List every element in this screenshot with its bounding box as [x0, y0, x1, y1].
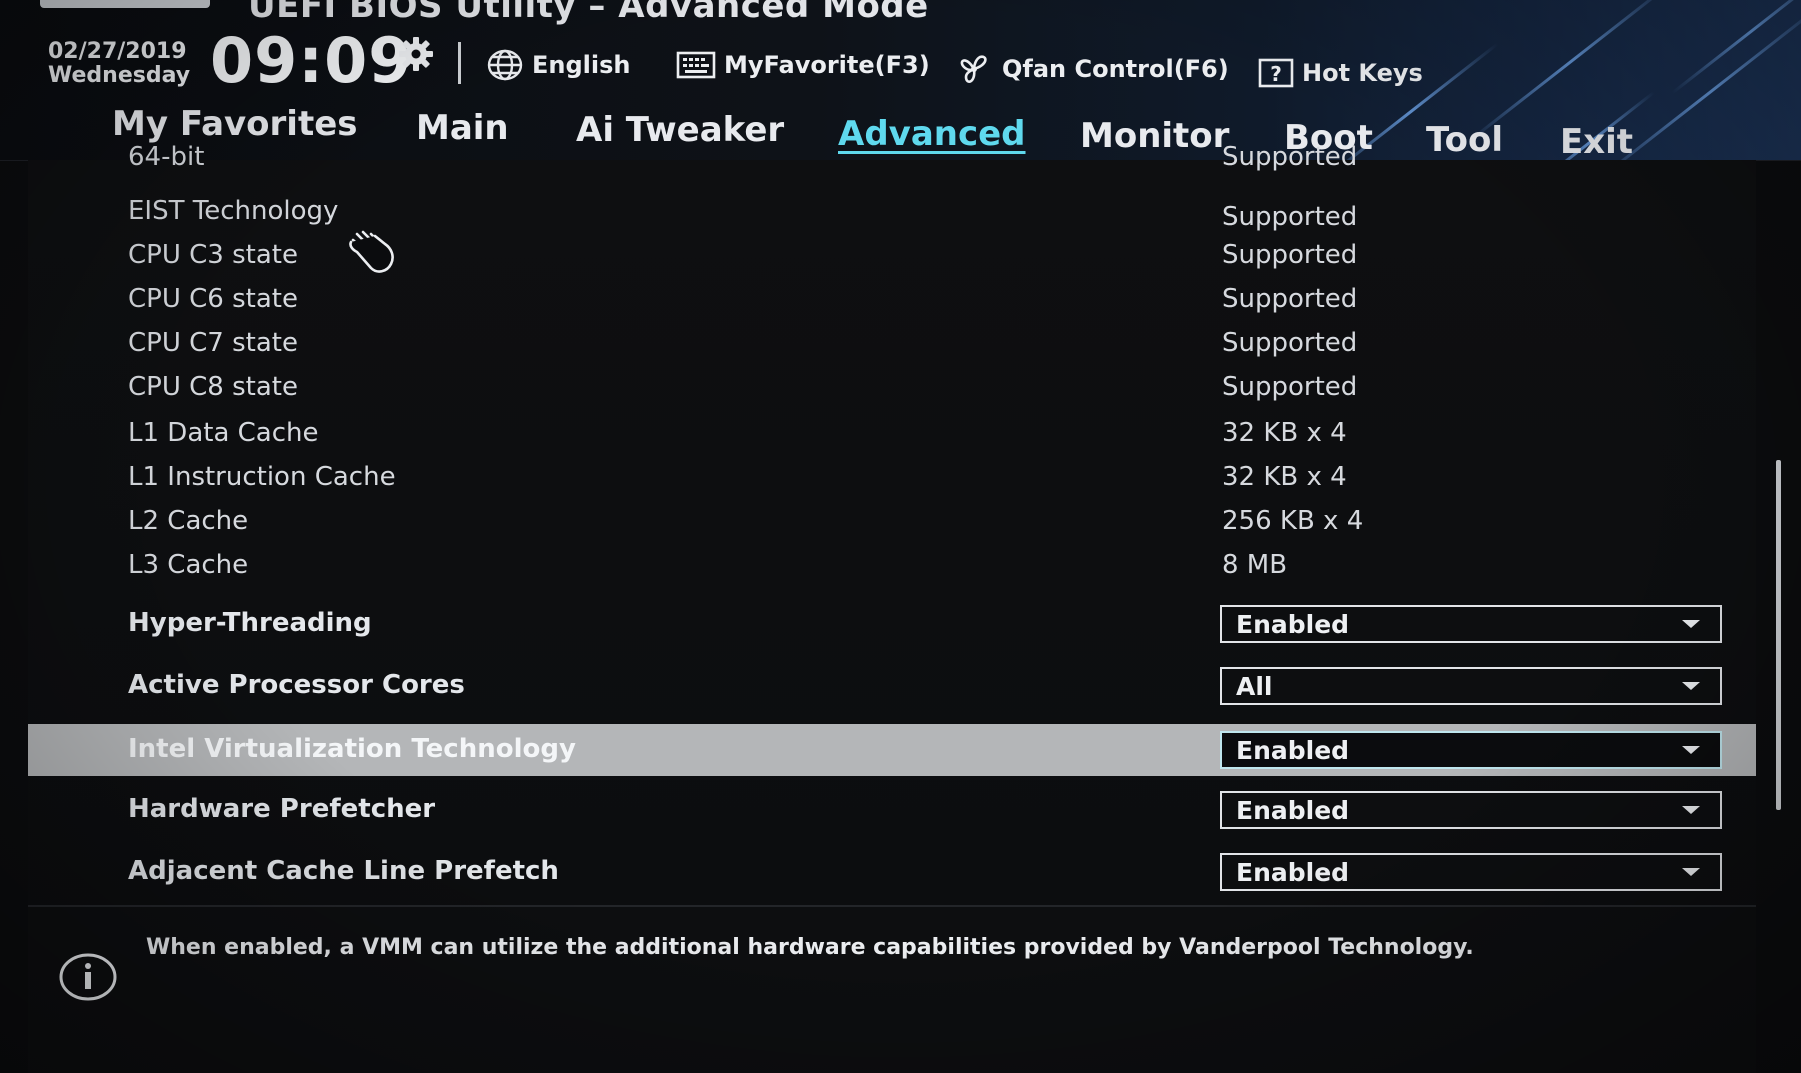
info-value: Supported	[1222, 142, 1358, 172]
tab-exit[interactable]: Exit	[1560, 122, 1633, 162]
qfan-control-button[interactable]: Qfan Control(F6)	[954, 52, 1229, 86]
hardware-prefetcher-dropdown[interactable]: Enabled	[1220, 791, 1722, 829]
dropdown-caret-icon	[1682, 620, 1700, 628]
info-label: L1 Instruction Cache	[128, 462, 396, 492]
tab-main[interactable]: Main	[416, 108, 509, 148]
info-value: 32 KB x 4	[1222, 418, 1347, 448]
info-label: L3 Cache	[128, 550, 249, 580]
info-label: CPU C3 state	[128, 240, 298, 270]
my-favorite-label: MyFavorite(F3)	[724, 51, 930, 79]
info-label: L1 Data Cache	[128, 418, 319, 448]
info-value: 256 KB x 4	[1222, 506, 1364, 536]
dropdown-value: Enabled	[1236, 735, 1350, 765]
active-processor-cores-dropdown[interactable]: All	[1220, 667, 1722, 705]
setting-label: Intel Virtualization Technology	[128, 734, 576, 764]
intel-virtualization-dropdown[interactable]: Enabled	[1220, 731, 1722, 769]
tab-ai-tweaker[interactable]: Ai Tweaker	[576, 110, 784, 150]
dropdown-value: Enabled	[1236, 857, 1350, 887]
tab-advanced[interactable]: Advanced	[838, 114, 1026, 154]
info-row-l1-instruction: L1 Instruction Cache 32 KB x 4	[28, 456, 1756, 500]
info-label: CPU C8 state	[128, 372, 298, 402]
dropdown-caret-icon	[1682, 746, 1700, 754]
header-bar: UEFI BIOS Utility – Advanced Mode 02/27/…	[0, 0, 1801, 162]
setting-label: Hyper-Threading	[128, 608, 372, 638]
help-description: When enabled, a VMM can utilize the addi…	[146, 935, 1474, 960]
help-icon: ?	[1258, 58, 1294, 88]
info-icon	[59, 953, 117, 1001]
setting-label: Active Processor Cores	[128, 670, 465, 700]
keyboard-icon	[676, 51, 716, 79]
dropdown-caret-icon	[1682, 868, 1700, 876]
dropdown-value: All	[1236, 671, 1273, 701]
info-label: EIST Technology	[128, 196, 339, 226]
tab-tool[interactable]: Tool	[1426, 120, 1503, 160]
info-label: CPU C7 state	[128, 328, 298, 358]
info-row-l2: L2 Cache 256 KB x 4	[28, 500, 1756, 544]
info-value: Supported	[1222, 202, 1358, 232]
info-value: Supported	[1222, 372, 1358, 402]
hot-keys-button[interactable]: ? Hot Keys	[1258, 56, 1423, 90]
settings-list: 64-bit Supported EIST Technology Support…	[28, 142, 1756, 905]
info-label: 64-bit	[128, 142, 205, 172]
setting-row-intel-virtualization[interactable]: Intel Virtualization Technology Enabled	[28, 724, 1756, 776]
info-value: 32 KB x 4	[1222, 462, 1347, 492]
dropdown-value: Enabled	[1236, 795, 1350, 825]
hand-pointer-icon	[349, 230, 394, 273]
setting-row-hyper-threading[interactable]: Hyper-Threading Enabled	[28, 602, 1756, 646]
info-value: Supported	[1222, 328, 1358, 358]
dropdown-caret-icon	[1682, 682, 1700, 690]
setting-row-adjacent-cache-line-prefetch[interactable]: Adjacent Cache Line Prefetch Enabled	[28, 850, 1756, 894]
info-value: Supported	[1222, 240, 1358, 270]
setting-row-active-processor-cores[interactable]: Active Processor Cores All	[28, 664, 1756, 708]
main-tabs: My Favorites Main Ai Tweaker Advanced Mo…	[0, 100, 1801, 162]
dropdown-value: Enabled	[1236, 609, 1350, 639]
clock-display: 09:09	[210, 24, 413, 97]
info-row-c6: CPU C6 state Supported	[28, 278, 1756, 322]
header-divider	[458, 42, 461, 84]
info-row-c8: CPU C8 state Supported	[28, 366, 1756, 410]
language-label: English	[532, 51, 631, 79]
day-display: Wednesday	[48, 63, 191, 88]
info-value: 8 MB	[1222, 550, 1288, 580]
scrollbar[interactable]	[1776, 460, 1781, 810]
globe-icon	[487, 49, 523, 81]
fan-icon	[960, 55, 987, 83]
help-bar: When enabled, a VMM can utilize the addi…	[28, 905, 1756, 1073]
brand-logo	[40, 0, 210, 8]
hot-keys-label: Hot Keys	[1302, 59, 1423, 87]
setting-label: Hardware Prefetcher	[128, 794, 436, 824]
info-label: CPU C6 state	[128, 284, 298, 314]
setting-row-hardware-prefetcher[interactable]: Hardware Prefetcher Enabled	[28, 788, 1756, 832]
qfan-label: Qfan Control(F6)	[1002, 55, 1229, 83]
app-title: UEFI BIOS Utility – Advanced Mode	[248, 0, 929, 26]
info-row-c7: CPU C7 state Supported	[28, 322, 1756, 366]
date-display: 02/27/2019	[48, 39, 187, 64]
dropdown-caret-icon	[1682, 806, 1700, 814]
info-row-eist: EIST Technology Supported	[28, 190, 1756, 234]
hyper-threading-dropdown[interactable]: Enabled	[1220, 605, 1722, 643]
setting-label: Adjacent Cache Line Prefetch	[128, 856, 559, 886]
tab-monitor[interactable]: Monitor	[1080, 116, 1229, 156]
my-favorite-button[interactable]: MyFavorite(F3)	[676, 48, 930, 82]
bios-screen: UEFI BIOS Utility – Advanced Mode 02/27/…	[0, 0, 1801, 1073]
info-row-l3: L3 Cache 8 MB	[28, 544, 1756, 588]
info-label: L2 Cache	[128, 506, 249, 536]
info-row-l1-data: L1 Data Cache 32 KB x 4	[28, 412, 1756, 456]
language-button[interactable]: English	[486, 48, 630, 82]
svg-text:?: ?	[1270, 62, 1282, 86]
tab-my-favorites[interactable]: My Favorites	[112, 104, 358, 144]
adjacent-cache-line-prefetch-dropdown[interactable]: Enabled	[1220, 853, 1722, 891]
gear-icon[interactable]	[396, 34, 436, 74]
info-value: Supported	[1222, 284, 1358, 314]
info-row-c3: CPU C3 state Supported	[28, 234, 1756, 278]
